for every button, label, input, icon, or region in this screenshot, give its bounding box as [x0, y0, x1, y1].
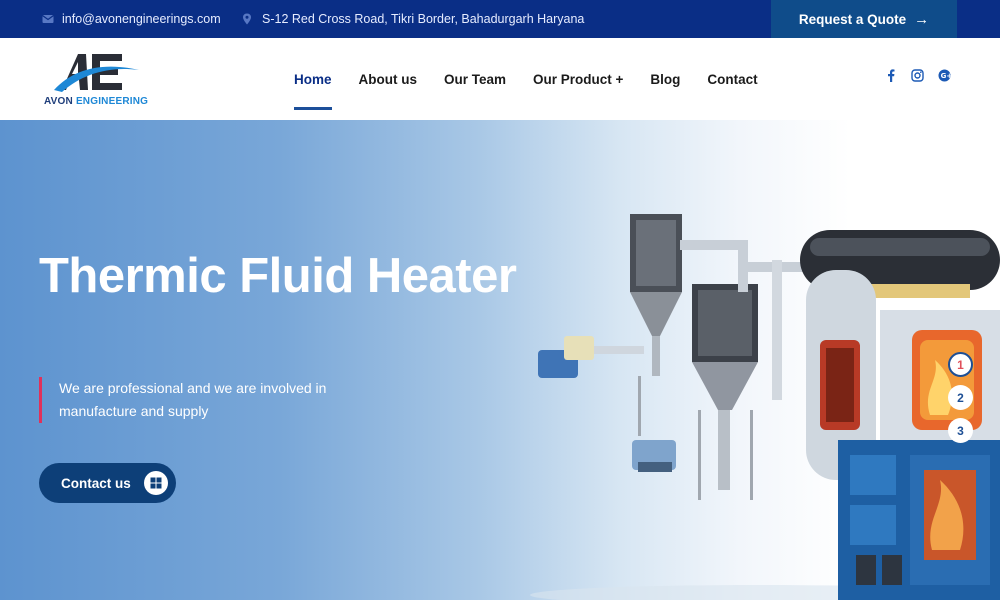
nav-our-product[interactable]: Our Product + — [533, 38, 623, 120]
nav-about-us[interactable]: About us — [359, 38, 418, 120]
contact-email-text: info@avonengineerings.com — [62, 12, 221, 26]
google-plus-icon[interactable]: G+ — [938, 69, 951, 82]
brand-name: AVON ENGINEERING — [44, 96, 148, 107]
facebook-icon[interactable] — [884, 69, 897, 82]
contact-us-label: Contact us — [61, 475, 131, 491]
envelope-icon — [42, 13, 54, 25]
contact-address-text: S-12 Red Cross Road, Tikri Border, Bahad… — [262, 12, 585, 26]
social-links: G+ — [884, 69, 951, 82]
hero-subtitle-line1: We are professional and we are involved … — [59, 380, 327, 396]
map-pin-icon — [242, 13, 254, 25]
request-quote-button[interactable]: Request a Quote → — [771, 0, 957, 38]
hero-subtitle-line2: manufacture and supply — [59, 403, 209, 419]
nav-our-team[interactable]: Our Team — [444, 38, 506, 120]
arrow-right-icon: → — [914, 10, 930, 28]
contact-address: S-12 Red Cross Road, Tikri Border, Bahad… — [242, 0, 584, 38]
grid-icon — [144, 471, 168, 495]
hero-title: Thermic Fluid Heater — [39, 249, 517, 303]
instagram-icon[interactable] — [911, 69, 924, 82]
slider-pagination: 1 2 3 — [948, 352, 973, 451]
main-navbar: AVON ENGINEERING Home About us Our Team … — [0, 38, 1000, 120]
request-quote-label: Request a Quote — [798, 11, 907, 27]
nav-blog[interactable]: Blog — [650, 38, 680, 120]
thermic-fluid-heater-illustration — [530, 214, 1000, 600]
contact-email[interactable]: info@avonengineerings.com — [42, 0, 221, 38]
hero-banner: Thermic Fluid Heater We are professional… — [0, 120, 1000, 600]
brand-name-part2: ENGINEERING — [75, 96, 149, 107]
slide-dot-2[interactable]: 2 — [948, 385, 973, 410]
contact-us-button[interactable]: Contact us — [39, 463, 176, 503]
nav-home[interactable]: Home — [294, 38, 332, 120]
slide-dot-1[interactable]: 1 — [948, 352, 973, 377]
svg-text:G+: G+ — [941, 72, 951, 80]
hero-subtitle: We are professional and we are involved … — [39, 377, 359, 423]
logo-mark-icon — [54, 54, 139, 92]
nav-contact[interactable]: Contact — [707, 38, 757, 120]
brand-name-part1: AVON — [44, 96, 76, 107]
main-nav: Home About us Our Team Our Product + Blo… — [294, 38, 785, 120]
brand-logo[interactable]: AVON ENGINEERING — [44, 50, 154, 110]
top-bar: info@avonengineerings.com S-12 Red Cross… — [0, 0, 1000, 38]
slide-dot-3[interactable]: 3 — [948, 418, 973, 443]
